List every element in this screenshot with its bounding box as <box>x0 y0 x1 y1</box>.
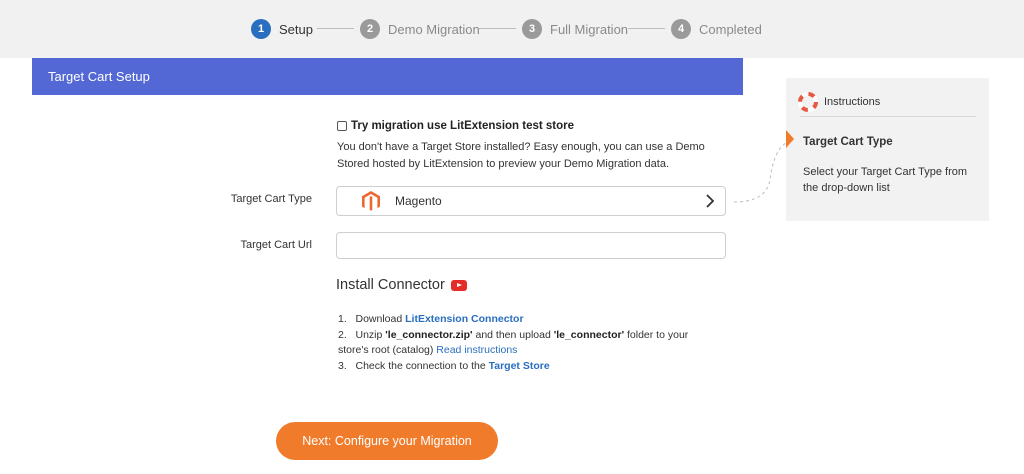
step-label: Demo Migration <box>388 21 480 37</box>
step-completed[interactable]: 4 Completed <box>671 18 762 40</box>
step-full-migration[interactable]: 3 Full Migration <box>522 18 628 40</box>
step-text: and then upload <box>472 328 554 341</box>
step-number: 4 <box>671 19 691 39</box>
step-connector <box>479 28 516 29</box>
step-demo-migration[interactable]: 2 Demo Migration <box>360 18 480 40</box>
demo-store-checkbox[interactable]: Try migration use LitExtension test stor… <box>337 120 574 132</box>
folder-name: 'le_connector' <box>553 328 625 341</box>
instructions-header-label: Instructions <box>824 96 881 108</box>
connector-step-2: 2. Unzip 'le_connector.zip' and then upl… <box>338 328 698 359</box>
connector-step-3: 3. Check the connection to the Target St… <box>338 359 698 375</box>
demo-store-label: Try migration use LitExtension test stor… <box>351 120 575 132</box>
cart-url-input[interactable] <box>336 232 726 259</box>
zip-filename: 'le_connector.zip' <box>385 328 473 341</box>
step-setup[interactable]: 1 Setup <box>251 18 313 40</box>
instruction-title: Target Cart Type <box>803 136 893 148</box>
step-label: Setup <box>279 21 313 37</box>
cart-type-label: Target Cart Type <box>230 193 312 205</box>
next-configure-button[interactable]: Next: Configure your Migration <box>276 422 498 460</box>
read-instructions-link[interactable]: Read instructions <box>436 344 517 356</box>
panel-title: Target Cart Setup <box>32 58 743 95</box>
install-connector-heading: Install Connector <box>336 277 467 293</box>
step-number: 3 <box>522 19 542 39</box>
step-text: 3. Check the connection to the <box>338 359 489 372</box>
checkbox-box[interactable] <box>337 121 347 131</box>
cart-type-value: Magento <box>395 194 442 208</box>
instructions-header: Instructions <box>798 92 880 112</box>
youtube-icon[interactable] <box>450 279 467 291</box>
divider <box>800 116 976 117</box>
step-connector <box>317 28 354 29</box>
target-store-link[interactable]: Target Store <box>489 360 550 372</box>
step-text: 2. Unzip <box>338 328 386 341</box>
cart-type-select[interactable]: Magento <box>336 186 726 216</box>
cart-url-label: Target Cart Url <box>240 239 312 251</box>
chevron-right-icon <box>706 194 715 208</box>
instruction-marker-icon <box>786 130 794 148</box>
step-number: 1 <box>251 19 271 39</box>
stepper-bar: 1 Setup 2 Demo Migration 3 Full Migratio… <box>0 0 1024 58</box>
instruction-text: Select your Target Cart Type from the dr… <box>803 166 968 194</box>
lifebuoy-icon <box>798 92 818 112</box>
litextension-connector-link[interactable]: LitExtension Connector <box>405 313 523 325</box>
step-label: Completed <box>699 21 762 37</box>
demo-store-description: You don't have a Target Store installed?… <box>337 141 705 170</box>
install-connector-title: Install Connector <box>336 277 445 293</box>
instruction-pointer-line <box>733 141 788 203</box>
step-text: 1. Download <box>338 313 406 325</box>
magento-logo-icon <box>362 191 380 211</box>
instructions-panel: Instructions Target Cart Type Select you… <box>786 78 989 221</box>
connector-steps: 1. Download LitExtension Connector 2. Un… <box>338 312 698 374</box>
connector-step-1: 1. Download LitExtension Connector <box>338 312 698 328</box>
step-number: 2 <box>360 19 380 39</box>
step-connector <box>628 28 665 29</box>
step-label: Full Migration <box>550 21 629 37</box>
